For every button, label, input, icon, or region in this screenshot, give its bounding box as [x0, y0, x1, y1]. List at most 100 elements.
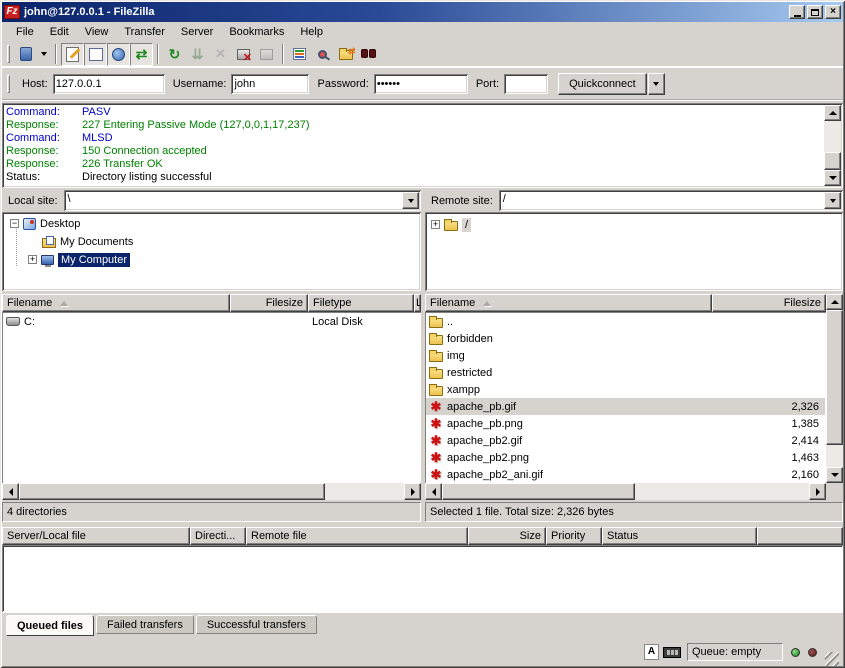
toggle-log-button[interactable] — [61, 43, 84, 66]
remote-file-row[interactable]: ✱apache_pb2.gif2,414 — [426, 432, 825, 449]
scroll-left-button[interactable] — [2, 483, 19, 500]
maximize-button[interactable] — [807, 5, 823, 19]
menu-server[interactable]: Server — [173, 24, 221, 40]
queue-list[interactable] — [2, 545, 843, 612]
sort-ascending-icon — [483, 301, 491, 306]
local-column-filename[interactable]: Filename — [2, 294, 230, 312]
scrollbar-thumb[interactable] — [824, 152, 841, 170]
toggle-local-tree-button[interactable] — [84, 43, 107, 66]
remote-column-filename[interactable]: Filename — [425, 294, 712, 312]
toggle-remote-tree-button[interactable] — [107, 43, 130, 66]
remote-site-combo[interactable]: / — [499, 190, 843, 211]
local-site-dropdown-button[interactable] — [402, 192, 419, 209]
toggle-queue-button[interactable]: ⇄ — [130, 43, 153, 66]
scroll-right-button[interactable] — [404, 483, 421, 500]
remote-dir-row[interactable]: restricted — [426, 364, 825, 381]
scroll-up-button[interactable] — [824, 105, 841, 121]
refresh-button[interactable]: ↻ — [163, 43, 186, 66]
site-manager-dropdown-button[interactable] — [37, 43, 51, 66]
local-column-filesize[interactable]: Filesize — [230, 294, 308, 312]
close-button[interactable]: × — [825, 5, 841, 19]
log-scrollbar[interactable] — [824, 105, 841, 186]
queue-column-size[interactable]: Size — [468, 527, 546, 545]
remote-column-filesize[interactable]: Filesize — [712, 294, 826, 312]
tab-failed-transfers[interactable]: Failed transfers — [96, 615, 194, 634]
scroll-right-button[interactable] — [809, 483, 826, 500]
tree-item-root[interactable]: + / — [431, 216, 471, 233]
reconnect-button[interactable] — [255, 43, 278, 66]
remote-file-row-selected[interactable]: ✱apache_pb.gif2,326 — [426, 398, 825, 415]
remote-dir-row[interactable]: img — [426, 347, 825, 364]
expand-icon[interactable]: + — [28, 255, 37, 264]
scrollbar-thumb[interactable] — [19, 483, 325, 500]
queue-column-status[interactable]: Status — [602, 527, 757, 545]
toolbar-grip[interactable] — [7, 45, 10, 63]
process-queue-button[interactable]: ⇊ — [186, 43, 209, 66]
remote-vscrollbar[interactable] — [826, 294, 843, 483]
scrollbar-thumb[interactable] — [826, 310, 843, 445]
transfer-queue-icon: ⇄ — [136, 46, 148, 63]
tree-item-desktop[interactable]: − Desktop — [10, 215, 80, 232]
scrollbar-thumb[interactable] — [442, 483, 635, 500]
expand-icon[interactable]: + — [431, 220, 440, 229]
image-file-icon: ✱ — [429, 434, 443, 447]
remote-site-dropdown-button[interactable] — [824, 192, 841, 209]
host-input[interactable] — [53, 74, 165, 94]
resize-grip[interactable] — [825, 652, 839, 666]
queue-column-direction[interactable]: Directi... — [190, 527, 246, 545]
local-hscrollbar[interactable] — [2, 483, 421, 500]
minimize-button[interactable] — [789, 5, 805, 19]
local-column-last-modified[interactable]: L — [414, 294, 421, 312]
cancel-button[interactable]: ✕ — [209, 43, 232, 66]
scroll-left-button[interactable] — [425, 483, 442, 500]
synchronized-browsing-button[interactable]: ⇄ — [334, 43, 357, 66]
port-input[interactable] — [504, 74, 548, 94]
remote-dir-row[interactable]: xampp — [426, 381, 825, 398]
tree-item-my-documents[interactable]: My Documents — [42, 233, 133, 250]
compare-directories-button[interactable] — [311, 43, 334, 66]
password-input[interactable] — [374, 74, 468, 94]
tab-queued-files[interactable]: Queued files — [6, 615, 94, 636]
filter-button[interactable] — [288, 43, 311, 66]
menu-bookmarks[interactable]: Bookmarks — [221, 24, 292, 40]
menu-file[interactable]: File — [8, 24, 42, 40]
image-file-icon: ✱ — [429, 400, 443, 413]
quickconnect-button[interactable]: Quickconnect — [558, 73, 647, 95]
remote-dir-row[interactable]: .. — [426, 313, 825, 330]
local-column-filetype[interactable]: Filetype — [308, 294, 414, 312]
site-manager-button[interactable] — [14, 43, 37, 66]
remote-file-row[interactable]: ✱apache_pb2_ani.gif2,160 — [426, 466, 825, 483]
scroll-up-button[interactable] — [826, 294, 843, 310]
disconnect-button[interactable]: ✕ — [232, 43, 255, 66]
queue-column-remote-file[interactable]: Remote file — [246, 527, 468, 545]
find-files-button[interactable] — [357, 43, 380, 66]
compare-icon — [318, 50, 327, 59]
menu-edit[interactable]: Edit — [42, 24, 77, 40]
encryption-indicator-icon[interactable] — [663, 647, 681, 658]
tree-item-my-computer[interactable]: + My Computer — [28, 251, 130, 268]
username-input[interactable] — [231, 74, 309, 94]
remote-dir-row[interactable]: forbidden — [426, 330, 825, 347]
local-site-combo[interactable]: \ — [64, 190, 421, 211]
scroll-down-button[interactable] — [826, 467, 843, 483]
remote-file-row[interactable]: ✱apache_pb.png1,385 — [426, 415, 825, 432]
scroll-down-button[interactable] — [824, 170, 841, 186]
remote-file-row[interactable]: ✱apache_pb2.png1,463 — [426, 449, 825, 466]
local-disk-icon — [6, 317, 20, 326]
tab-successful-transfers[interactable]: Successful transfers — [196, 615, 317, 634]
quickbar-grip[interactable] — [7, 75, 10, 93]
remote-hscrollbar[interactable] — [425, 483, 826, 500]
title-bar[interactable]: Fz john@127.0.0.1 - FileZilla × — [2, 2, 843, 22]
queue-column-priority[interactable]: Priority — [546, 527, 602, 545]
queue-column-server-local-file[interactable]: Server/Local file — [2, 527, 190, 545]
remote-list-header: Filename Filesize — [425, 294, 826, 312]
menu-view[interactable]: View — [77, 24, 117, 40]
sort-ascending-icon — [60, 301, 68, 306]
transfer-type-ascii-icon[interactable]: A — [644, 644, 659, 660]
menu-transfer[interactable]: Transfer — [116, 24, 173, 40]
window-title: john@127.0.0.1 - FileZilla — [24, 6, 787, 18]
quickconnect-dropdown-button[interactable] — [648, 73, 665, 95]
collapse-icon[interactable]: − — [10, 219, 19, 228]
local-file-row[interactable]: C: Local Disk — [3, 313, 420, 330]
menu-help[interactable]: Help — [292, 24, 331, 40]
